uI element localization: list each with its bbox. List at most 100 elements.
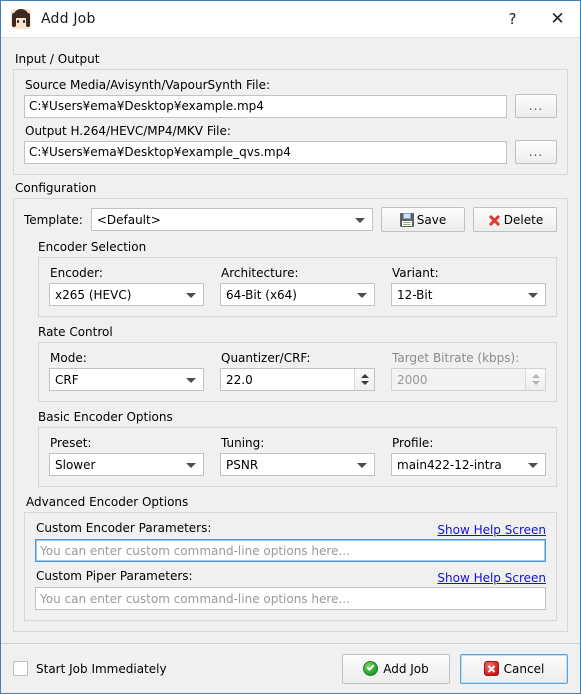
mode-label: Mode: (50, 351, 87, 365)
window-title: Add Job (41, 11, 96, 27)
chevron-down-icon (528, 292, 538, 298)
help-icon[interactable]: ? (490, 0, 535, 38)
chevron-down-icon (355, 217, 365, 223)
output-browse-button[interactable]: ... (515, 140, 557, 164)
spinner-up-icon[interactable] (360, 374, 369, 378)
preset-label: Preset: (50, 436, 92, 450)
dialog-content: Input / Output Source Media/Avisynth/Vap… (1, 38, 580, 632)
add-job-dialog: Add Job ? ✕ Input / Output Source Media/… (0, 0, 581, 694)
source-file-row: ... (24, 94, 557, 118)
input-output-frame: Source Media/Avisynth/VapourSynth File: … (13, 69, 568, 175)
configuration-section-title: Configuration (15, 181, 97, 195)
preset-select-value: Slower (55, 457, 96, 472)
title-bar: Add Job ? ✕ (1, 0, 580, 38)
close-icon[interactable]: ✕ (535, 0, 580, 38)
start-immediately-label: Start Job Immediately (36, 661, 167, 676)
custom-piper-parameters-input[interactable] (35, 587, 546, 610)
quantizer-stepper[interactable]: 22.0 (220, 368, 375, 391)
configuration-frame: Template: <Default> Save Delete Encoder … (13, 198, 568, 632)
target-bitrate-stepper: 2000 (391, 368, 546, 391)
spinner-buttons-disabled (525, 369, 545, 390)
encoder-selection-title: Encoder Selection (38, 240, 147, 254)
floppy-disk-icon (399, 212, 414, 227)
spinner-up-icon (531, 374, 540, 378)
architecture-select[interactable]: 64-Bit (x64) (220, 283, 375, 306)
profile-cell: Profile: main422-12-intra (391, 436, 546, 476)
mode-cell: Mode: CRF (49, 351, 204, 391)
delete-template-label: Delete (503, 212, 544, 227)
template-select[interactable]: <Default> (90, 208, 373, 231)
delete-template-button[interactable]: Delete (473, 207, 557, 232)
architecture-cell: Architecture: 64-Bit (x64) (220, 266, 375, 306)
spinner-down-icon[interactable] (360, 381, 369, 385)
rate-control-frame: Mode: CRF Quantizer/CRF: 22.0 Target Bit… (38, 342, 557, 402)
cancel-label: Cancel (503, 661, 545, 676)
add-job-button[interactable]: Add Job (342, 653, 450, 684)
encoder-params-label: Custom Encoder Parameters: (36, 521, 212, 535)
dialog-footer: Start Job Immediately Add Job Cancel (1, 643, 580, 693)
quantizer-cell: Quantizer/CRF: 22.0 (220, 351, 375, 391)
profile-select-value: main422-12-intra (397, 457, 502, 472)
chevron-down-icon (186, 292, 196, 298)
piper-params-help-link[interactable]: Show Help Screen (437, 571, 546, 585)
basic-options-title: Basic Encoder Options (38, 410, 173, 424)
app-avatar-icon (11, 9, 31, 29)
custom-encoder-parameters-input[interactable] (35, 539, 546, 562)
template-select-value: <Default> (96, 212, 161, 227)
preset-cell: Preset: Slower (49, 436, 204, 476)
input-output-section-title: Input / Output (15, 52, 100, 66)
variant-label: Variant: (392, 266, 439, 280)
target-bitrate-label: Target Bitrate (kbps): (392, 351, 520, 365)
save-template-button[interactable]: Save (381, 207, 465, 232)
encoder-params-help-link[interactable]: Show Help Screen (437, 523, 546, 537)
target-bitrate-value: 2000 (397, 372, 428, 387)
encoder-params-head: Custom Encoder Parameters: Show Help Scr… (35, 521, 546, 537)
output-file-label: Output H.264/HEVC/MP4/MKV File: (25, 124, 231, 138)
output-file-row: ... (24, 140, 557, 164)
output-file-input[interactable] (24, 140, 507, 164)
red-x-icon (487, 213, 501, 227)
variant-select-value: 12-Bit (397, 287, 433, 302)
variant-cell: Variant: 12-Bit (391, 266, 546, 306)
tuning-select-value: PSNR (226, 457, 259, 472)
mode-select-value: CRF (55, 372, 79, 387)
source-file-label: Source Media/Avisynth/VapourSynth File: (25, 78, 271, 92)
rate-control-title: Rate Control (38, 325, 113, 339)
advanced-options-title: Advanced Encoder Options (26, 495, 189, 509)
chevron-down-icon (528, 462, 538, 468)
profile-select[interactable]: main422-12-intra (391, 453, 546, 476)
add-job-label: Add Job (383, 661, 429, 676)
cancel-button[interactable]: Cancel (460, 653, 568, 684)
spinner-down-icon (531, 381, 540, 385)
preset-select[interactable]: Slower (49, 453, 204, 476)
architecture-label: Architecture: (221, 266, 299, 280)
chevron-down-icon (357, 462, 367, 468)
target-bitrate-cell: Target Bitrate (kbps): 2000 (391, 351, 546, 391)
architecture-select-value: 64-Bit (x64) (226, 287, 297, 302)
chevron-down-icon (186, 462, 196, 468)
tuning-label: Tuning: (221, 436, 265, 450)
green-check-icon (363, 661, 379, 676)
encoder-select[interactable]: x265 (HEVC) (49, 283, 204, 306)
basic-options-frame: Preset: Slower Tuning: PSNR Profile: mai… (38, 427, 557, 487)
mode-select[interactable]: CRF (49, 368, 204, 391)
piper-params-head: Custom Piper Parameters: Show Help Scree… (35, 569, 546, 585)
variant-select[interactable]: 12-Bit (391, 283, 546, 306)
tuning-select[interactable]: PSNR (220, 453, 375, 476)
encoder-cell: Encoder: x265 (HEVC) (49, 266, 204, 306)
spinner-buttons[interactable] (354, 369, 374, 390)
start-immediately-row[interactable]: Start Job Immediately (13, 661, 167, 676)
source-browse-button[interactable]: ... (515, 94, 557, 118)
encoder-select-value: x265 (HEVC) (55, 287, 132, 302)
tuning-cell: Tuning: PSNR (220, 436, 375, 476)
encoder-selection-frame: Encoder: x265 (HEVC) Architecture: 64-Bi… (38, 257, 557, 317)
advanced-options-frame: Custom Encoder Parameters: Show Help Scr… (24, 512, 557, 621)
piper-params-label: Custom Piper Parameters: (36, 569, 193, 583)
save-template-label: Save (416, 212, 447, 227)
template-row: Template: <Default> Save Delete (24, 207, 557, 232)
red-x-circle-icon (483, 661, 499, 676)
start-immediately-checkbox[interactable] (13, 661, 28, 676)
template-label: Template: (24, 212, 83, 227)
quantizer-label: Quantizer/CRF: (221, 351, 311, 365)
source-file-input[interactable] (24, 94, 507, 118)
